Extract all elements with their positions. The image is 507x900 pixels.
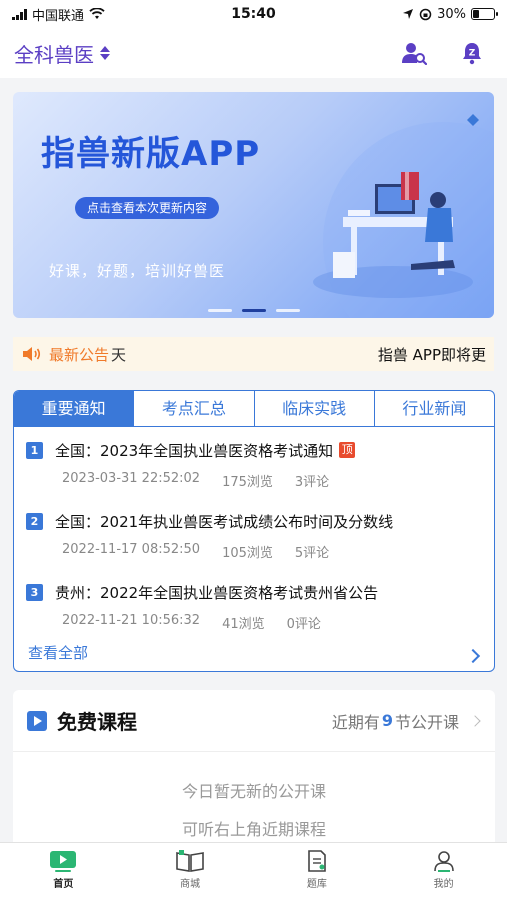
nav-label: 题库 xyxy=(306,879,327,890)
play-icon xyxy=(27,710,47,731)
pinned-badge: 顶 xyxy=(339,442,356,458)
news-date: 2022-11-17 08:52:50 xyxy=(62,542,201,557)
status-bar: 中国联通 15:40 30% xyxy=(0,0,507,28)
news-comments: 0评论 xyxy=(286,617,321,632)
wifi-icon xyxy=(89,8,105,19)
news-item[interactable]: 3 贵州：2022年全国执业兽医资格考试贵州省公告 2022-11-21 10:… xyxy=(26,579,480,648)
battery-level xyxy=(473,10,479,18)
announcement-label: 最新公告 xyxy=(49,345,110,364)
news-comments: 5评论 xyxy=(294,546,330,561)
news-views: 175浏览 xyxy=(222,475,273,490)
news-date: 2023-03-31 22:52:02 xyxy=(62,471,201,486)
nav-label: 首页 xyxy=(53,879,74,890)
news-card: 重要通知 考点汇总 临床实践 行业新闻 1 全国：2023年全国执业兽医资格考试… xyxy=(13,390,495,672)
notification-bell-icon[interactable]: Z xyxy=(461,41,483,65)
upcoming-prefix: 近期有 xyxy=(331,712,380,732)
svg-text:Z: Z xyxy=(469,49,476,59)
location-arrow-icon xyxy=(403,9,414,19)
chevron-right-icon xyxy=(469,714,481,727)
nav-home[interactable]: 首页 xyxy=(0,843,127,900)
book-icon xyxy=(176,850,204,872)
news-rank-badge: 3 xyxy=(26,583,43,601)
nav-label: 我的 xyxy=(433,879,454,890)
category-switcher[interactable]: 全科兽医 xyxy=(14,39,110,68)
news-date: 2022-11-21 10:56:32 xyxy=(62,613,201,628)
battery-percent: 30% xyxy=(437,6,466,22)
empty-state-line2: 可听右上角近期课程 xyxy=(181,820,326,839)
battery-icon xyxy=(471,8,498,20)
carousel-dot[interactable] xyxy=(207,309,232,312)
news-comments: 3评论 xyxy=(294,475,330,490)
announcement-bar[interactable]: 最新公告 天 指兽 APP即将更 xyxy=(13,337,494,371)
free-courses-card: 免费课程 近期有 9 节公开课 今日暂无新的公开课 可听右上角近期课程 xyxy=(13,690,495,850)
carrier-label: 中国联通 xyxy=(32,8,85,24)
rotation-lock-icon xyxy=(419,8,432,20)
news-list: 1 全国：2023年全国执业兽医资格考试通知 顶 2023-03-31 22:5… xyxy=(14,427,494,648)
upcoming-suffix: 节公开课 xyxy=(394,712,459,732)
announcement-scroll-fragment: 天 xyxy=(111,345,127,364)
news-views: 105浏览 xyxy=(222,546,273,561)
tab-important-notices[interactable]: 重要通知 xyxy=(14,391,134,426)
banner-subtitle: 好课，好题，培训好兽医 xyxy=(49,262,226,280)
news-title: 贵州：2022年全国执业兽医资格考试贵州省公告 xyxy=(55,583,379,602)
news-rank-badge: 1 xyxy=(26,441,43,459)
carousel-dot[interactable] xyxy=(275,309,300,312)
news-item[interactable]: 1 全国：2023年全国执业兽医资格考试通知 顶 2023-03-31 22:5… xyxy=(26,437,480,506)
nav-questions[interactable]: 题库 xyxy=(254,843,381,900)
view-all-link[interactable]: 查看全部 xyxy=(28,642,88,663)
tab-exam-points[interactable]: 考点汇总 xyxy=(133,391,253,426)
nav-label: 商城 xyxy=(180,879,201,890)
bottom-nav: 首页 商城 题库 我的 xyxy=(0,842,507,900)
news-item[interactable]: 2 全国：2021年执业兽医考试成绩公布时间及分数线 2022-11-17 08… xyxy=(26,508,480,577)
chevron-right-icon[interactable] xyxy=(465,648,481,664)
speaker-icon xyxy=(23,347,41,361)
upcoming-count: 9 xyxy=(381,711,393,730)
banner-title: 指兽新版APP xyxy=(41,134,261,174)
tab-clinical-practice[interactable]: 临床实践 xyxy=(253,391,374,426)
courses-title: 免费课程 xyxy=(57,710,137,734)
category-title: 全科兽医 xyxy=(14,42,94,67)
news-tabs: 重要通知 考点汇总 临床实践 行业新闻 xyxy=(14,391,494,427)
empty-state-line1: 今日暂无新的公开课 xyxy=(181,782,326,801)
status-time: 15:40 xyxy=(231,6,276,22)
news-rank-badge: 2 xyxy=(26,512,43,530)
signal-icon xyxy=(12,8,27,20)
news-title: 全国：2023年全国执业兽医资格考试通知 xyxy=(55,441,334,460)
announcement-text: 指兽 APP即将更 xyxy=(377,345,486,364)
banner-update-button[interactable]: 点击查看本次更新内容 xyxy=(75,197,220,219)
upcoming-courses-link[interactable]: 近期有 9 节公开课 xyxy=(331,709,481,733)
home-video-icon xyxy=(50,851,77,872)
user-search-icon[interactable] xyxy=(401,41,427,65)
switch-arrows-icon xyxy=(100,46,110,60)
question-bank-icon xyxy=(308,850,326,872)
news-views: 41浏览 xyxy=(222,617,265,632)
profile-icon xyxy=(433,851,454,872)
nav-mine[interactable]: 我的 xyxy=(380,843,507,900)
carousel-dots xyxy=(13,309,494,312)
promo-banner[interactable]: 指兽新版APP 点击查看本次更新内容 好课，好题，培训好兽医 xyxy=(13,92,494,318)
nav-shop[interactable]: 商城 xyxy=(127,843,254,900)
tab-industry-news[interactable]: 行业新闻 xyxy=(373,391,494,426)
news-title: 全国：2021年执业兽医考试成绩公布时间及分数线 xyxy=(55,512,394,531)
carousel-dot-active[interactable] xyxy=(241,309,266,312)
app-header: 全科兽医 Z xyxy=(0,28,507,78)
